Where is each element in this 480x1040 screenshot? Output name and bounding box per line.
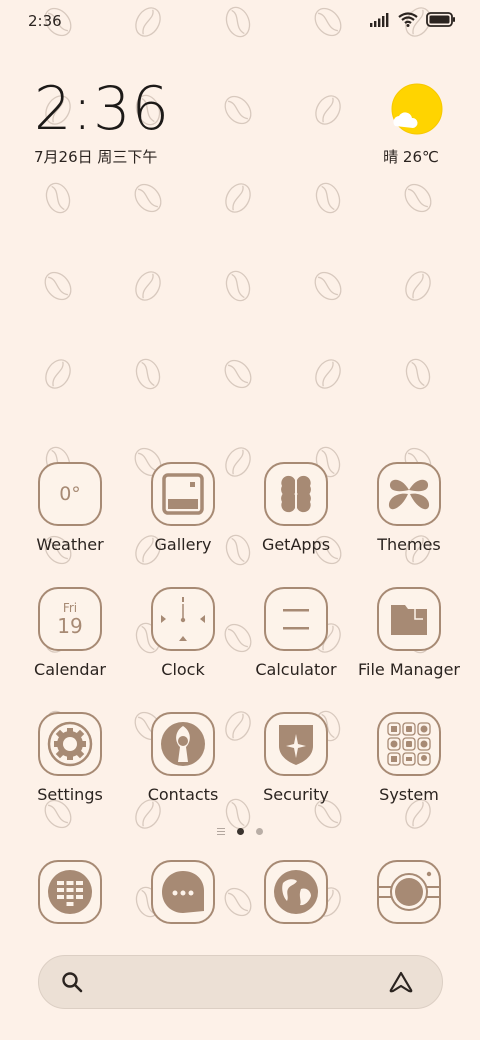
app-label-calendar: Calendar <box>34 660 106 679</box>
browser-globe-icon <box>264 860 328 924</box>
app-label-settings: Settings <box>37 785 103 804</box>
page-dot-2[interactable] <box>256 828 263 835</box>
app-system[interactable]: System <box>353 712 465 804</box>
coffee-bean-icon <box>404 183 432 213</box>
weather-icon-glyph: 0° <box>59 483 81 505</box>
system-folder-icon <box>377 712 441 776</box>
coffee-bean-icon <box>224 359 252 389</box>
app-label-getapps: GetApps <box>261 535 331 554</box>
coffee-bean-icon <box>315 359 341 389</box>
coffee-bean-icon <box>405 271 431 301</box>
calculator-icon <box>264 587 328 651</box>
status-icons <box>370 12 456 27</box>
contact-icon <box>151 712 215 776</box>
app-settings[interactable]: Settings <box>14 712 126 804</box>
coffee-bean-icon <box>225 183 251 213</box>
app-label-gallery: Gallery <box>154 535 212 554</box>
app-label-contacts: Contacts <box>147 785 219 804</box>
search-icon <box>62 972 83 993</box>
app-calendar[interactable]: Fri 19 Calendar <box>14 587 126 679</box>
weather-text: 晴 26℃ <box>383 148 439 166</box>
coffee-bean-icon <box>135 271 161 301</box>
app-security[interactable]: Security <box>240 712 352 804</box>
weather-widget[interactable]: 晴 26℃ <box>383 82 446 167</box>
coffee-bean-icon <box>224 95 252 125</box>
clock-widget[interactable]: 2:36 7月26日 周三下午 <box>34 76 173 167</box>
coffee-bean-icon <box>135 358 161 390</box>
coffee-bean-icon <box>44 271 72 301</box>
dock-messages[interactable] <box>127 860 239 924</box>
app-gallery[interactable]: Gallery <box>127 462 239 554</box>
dock-camera[interactable] <box>353 860 465 924</box>
app-label-clock: Clock <box>161 660 205 679</box>
coffee-bean-icon <box>405 358 431 390</box>
coffee-bean-icon <box>315 95 341 125</box>
coffee-bean-icon <box>45 182 71 214</box>
camera-icon <box>377 860 441 924</box>
app-clock[interactable]: Clock <box>127 587 239 679</box>
gallery-icon <box>151 462 215 526</box>
coffee-bean-icon <box>315 182 341 214</box>
calendar-day-number: 19 <box>57 614 83 638</box>
partly-sunny-icon <box>391 83 443 135</box>
page-dot-1[interactable] <box>237 828 244 835</box>
clock-widget-date: 7月26日 周三下午 <box>34 148 158 166</box>
coffee-bean-icon <box>135 7 161 37</box>
wifi-icon <box>398 12 418 27</box>
coffee-bean-icon <box>225 270 251 302</box>
app-themes[interactable]: Themes <box>353 462 465 554</box>
battery-icon <box>426 12 455 27</box>
page-list-icon[interactable] <box>217 828 225 835</box>
coffee-bean-icon <box>314 7 342 37</box>
calendar-icon: Fri 19 <box>38 587 102 651</box>
clock-widget-time: 2:36 <box>34 74 170 144</box>
weather-icon: 0° <box>38 462 102 526</box>
clock-icon <box>151 587 215 651</box>
app-calculator[interactable]: Calculator <box>240 587 352 679</box>
app-getapps[interactable]: GetApps <box>240 462 352 554</box>
app-label-calculator: Calculator <box>255 660 337 679</box>
coffee-bean-icon <box>314 271 342 301</box>
coffee-bean-icon <box>134 183 162 213</box>
app-contacts[interactable]: Contacts <box>127 712 239 804</box>
app-label-security: Security <box>263 785 329 804</box>
app-label-themes: Themes <box>377 535 441 554</box>
shield-icon <box>264 712 328 776</box>
calendar-day-name: Fri <box>62 601 78 615</box>
app-weather[interactable]: 0° Weather <box>14 462 126 554</box>
coffee-bean-icon <box>225 6 251 38</box>
dock-phone[interactable] <box>14 860 126 924</box>
folder-icon <box>377 587 441 651</box>
app-label-file-manager: File Manager <box>358 660 460 679</box>
search-bar[interactable] <box>38 955 443 1009</box>
signal-icon <box>370 12 389 27</box>
app-label-system: System <box>379 785 439 804</box>
clover-icon <box>264 462 328 526</box>
coffee-bean-icon <box>45 359 71 389</box>
assistant-icon[interactable] <box>388 971 414 993</box>
app-file-manager[interactable]: File Manager <box>353 587 465 679</box>
app-label-weather: Weather <box>36 535 104 554</box>
page-indicator[interactable] <box>0 828 480 835</box>
messages-icon <box>151 860 215 924</box>
dock-browser[interactable] <box>240 860 352 924</box>
phone-dialpad-icon <box>38 860 102 924</box>
bow-icon <box>377 462 441 526</box>
gear-icon <box>38 712 102 776</box>
status-time: 2:36 <box>28 12 62 30</box>
